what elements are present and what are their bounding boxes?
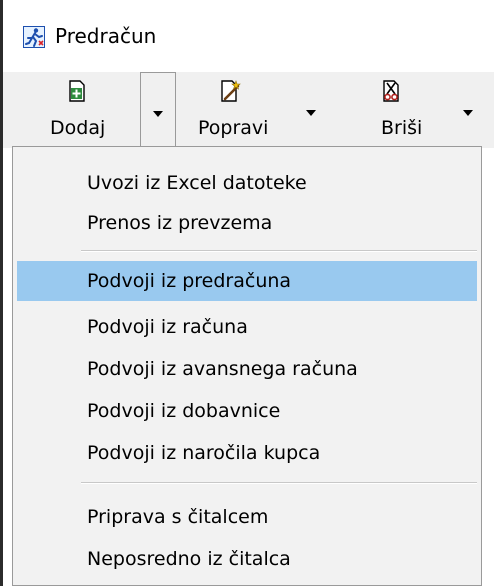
add-button-label: Dodaj: [50, 117, 106, 139]
toolbar: Dodaj Popravi Briši: [3, 72, 494, 148]
delete-scissors-icon: [383, 80, 399, 102]
menu-separator: [81, 482, 477, 484]
menu-item-duplicate-proforma[interactable]: Podvoji iz predračuna: [17, 261, 477, 301]
add-document-icon: [69, 80, 85, 102]
app-window: Predračun Dodaj Popravi Briši Uvozi iz E…: [0, 0, 494, 586]
delete-button-label: Briši: [381, 117, 423, 139]
add-dropdown-button[interactable]: [140, 72, 176, 146]
menu-item-directly-from-reader[interactable]: Neposredno iz čitalca: [17, 539, 477, 579]
delete-button[interactable]: Briši: [355, 72, 427, 148]
delete-dropdown-arrow-icon[interactable]: [463, 110, 473, 116]
menu-item-duplicate-delivery-note[interactable]: Podvoji iz dobavnice: [17, 391, 477, 431]
edit-dropdown-arrow-icon[interactable]: [306, 110, 316, 116]
add-dropdown-menu: Uvozi iz Excel datoteke Prenos iz prevze…: [12, 146, 482, 586]
menu-item-duplicate-customer-order[interactable]: Podvoji iz naročila kupca: [17, 433, 477, 473]
menu-item-prepare-with-reader[interactable]: Priprava s čitalcem: [17, 497, 477, 537]
menu-item-import-excel[interactable]: Uvozi iz Excel datoteke: [17, 163, 477, 203]
window-title: Predračun: [55, 24, 157, 48]
add-button[interactable]: Dodaj: [41, 72, 131, 148]
title-bar[interactable]: Predračun: [3, 0, 494, 72]
edit-button-label: Popravi: [198, 117, 269, 139]
menu-item-duplicate-advance-invoice[interactable]: Podvoji iz avansnega računa: [17, 349, 477, 389]
menu-separator: [81, 250, 477, 252]
edit-button[interactable]: Popravi: [189, 72, 285, 148]
menu-item-transfer-receipt[interactable]: Prenos iz prevzema: [17, 203, 477, 243]
edit-wand-icon: [221, 80, 241, 102]
menu-item-duplicate-invoice[interactable]: Podvoji iz računa: [17, 307, 477, 347]
chevron-down-icon: [153, 111, 163, 117]
running-figure-icon: [23, 26, 45, 48]
